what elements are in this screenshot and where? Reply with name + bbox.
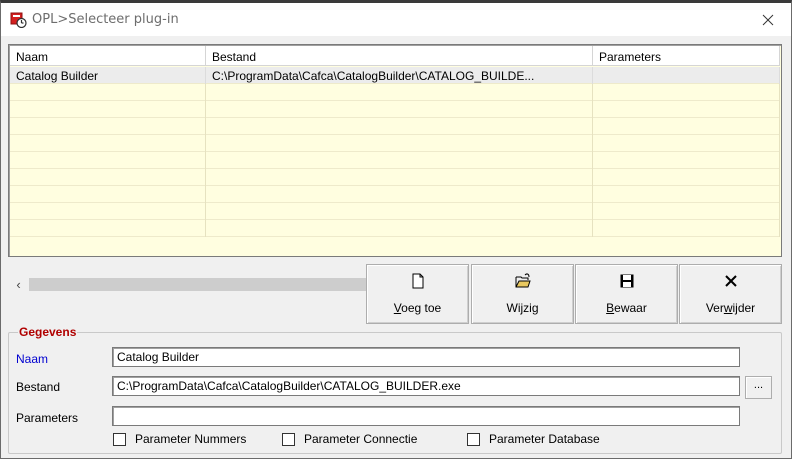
naam-label: Naam xyxy=(16,352,49,366)
close-icon xyxy=(762,14,774,25)
checkbox-box[interactable] xyxy=(282,432,295,446)
title-bar[interactable]: OPL>Selecteer plug-in xyxy=(1,3,791,36)
cell-naam: Catalog Builder xyxy=(10,67,206,84)
save-button-label: Bewaar xyxy=(606,301,647,315)
scroll-thumb[interactable] xyxy=(29,278,405,291)
plugin-list[interactable]: Naam Bestand Parameters Catalog Builder … xyxy=(8,44,782,293)
checkbox-parameter-database[interactable]: Parameter Database xyxy=(467,432,600,446)
add-button[interactable]: Voeg toe xyxy=(366,264,469,324)
column-header-bestand[interactable]: Bestand xyxy=(206,46,593,66)
empty-row xyxy=(10,135,780,152)
empty-row xyxy=(10,220,780,237)
delete-button[interactable]: Verwijder xyxy=(679,264,782,324)
column-header-naam[interactable]: Naam xyxy=(10,46,206,66)
empty-row xyxy=(10,186,780,203)
open-folder-icon xyxy=(515,273,531,288)
group-title: Gegevens xyxy=(18,325,78,339)
details-group: Gegevens Naam Catalog Builder Bestand C:… xyxy=(8,325,782,454)
save-disk-icon xyxy=(620,274,633,288)
bestand-label: Bestand xyxy=(16,380,61,394)
checkbox-label: Parameter Connectie xyxy=(304,432,418,446)
list-row[interactable]: Catalog Builder C:\ProgramData\Cafca\Cat… xyxy=(10,67,780,84)
plugin-dialog: OPL>Selecteer plug-in Naam Bestand Param… xyxy=(0,0,792,459)
naam-field[interactable]: Catalog Builder xyxy=(112,347,740,367)
empty-row xyxy=(10,84,780,101)
parameters-field[interactable] xyxy=(112,406,740,426)
bestand-field[interactable]: C:\ProgramData\Cafca\CatalogBuilder\CATA… xyxy=(112,376,740,396)
add-button-label: Voeg toe xyxy=(393,301,442,315)
close-button[interactable] xyxy=(745,3,791,36)
cell-parameters xyxy=(593,67,780,84)
browse-button[interactable]: ... xyxy=(745,376,772,399)
list-rows: Catalog Builder C:\ProgramData\Cafca\Cat… xyxy=(10,67,780,237)
save-button[interactable]: Bewaar xyxy=(575,264,678,324)
empty-row xyxy=(10,101,780,118)
empty-row xyxy=(10,152,780,169)
checkbox-box[interactable] xyxy=(467,432,480,446)
delete-button-label: Verwijder xyxy=(705,301,756,315)
checkbox-box[interactable] xyxy=(113,432,126,446)
column-header-parameters[interactable]: Parameters xyxy=(593,46,780,66)
scroll-left-button[interactable]: ‹ xyxy=(10,276,27,293)
checkbox-parameter-nummers[interactable]: Parameter Nummers xyxy=(113,432,246,446)
window-title: OPL>Selecteer plug-in xyxy=(32,12,179,27)
checkbox-parameter-connectie[interactable]: Parameter Connectie xyxy=(282,432,417,446)
app-icon xyxy=(10,12,27,28)
new-document-icon xyxy=(412,273,423,289)
cell-bestand: C:\ProgramData\Cafca\CatalogBuilder\CATA… xyxy=(206,67,593,84)
delete-x-icon xyxy=(724,275,737,287)
edit-button[interactable]: Wijzig xyxy=(471,264,574,324)
empty-row xyxy=(10,203,780,220)
checkbox-label: Parameter Nummers xyxy=(135,432,247,446)
empty-row xyxy=(10,118,780,135)
edit-button-label: Wijzig xyxy=(506,301,539,315)
empty-row xyxy=(10,169,780,186)
checkbox-label: Parameter Database xyxy=(489,432,600,446)
parameters-label: Parameters xyxy=(16,411,79,425)
list-header: Naam Bestand Parameters xyxy=(10,46,780,66)
